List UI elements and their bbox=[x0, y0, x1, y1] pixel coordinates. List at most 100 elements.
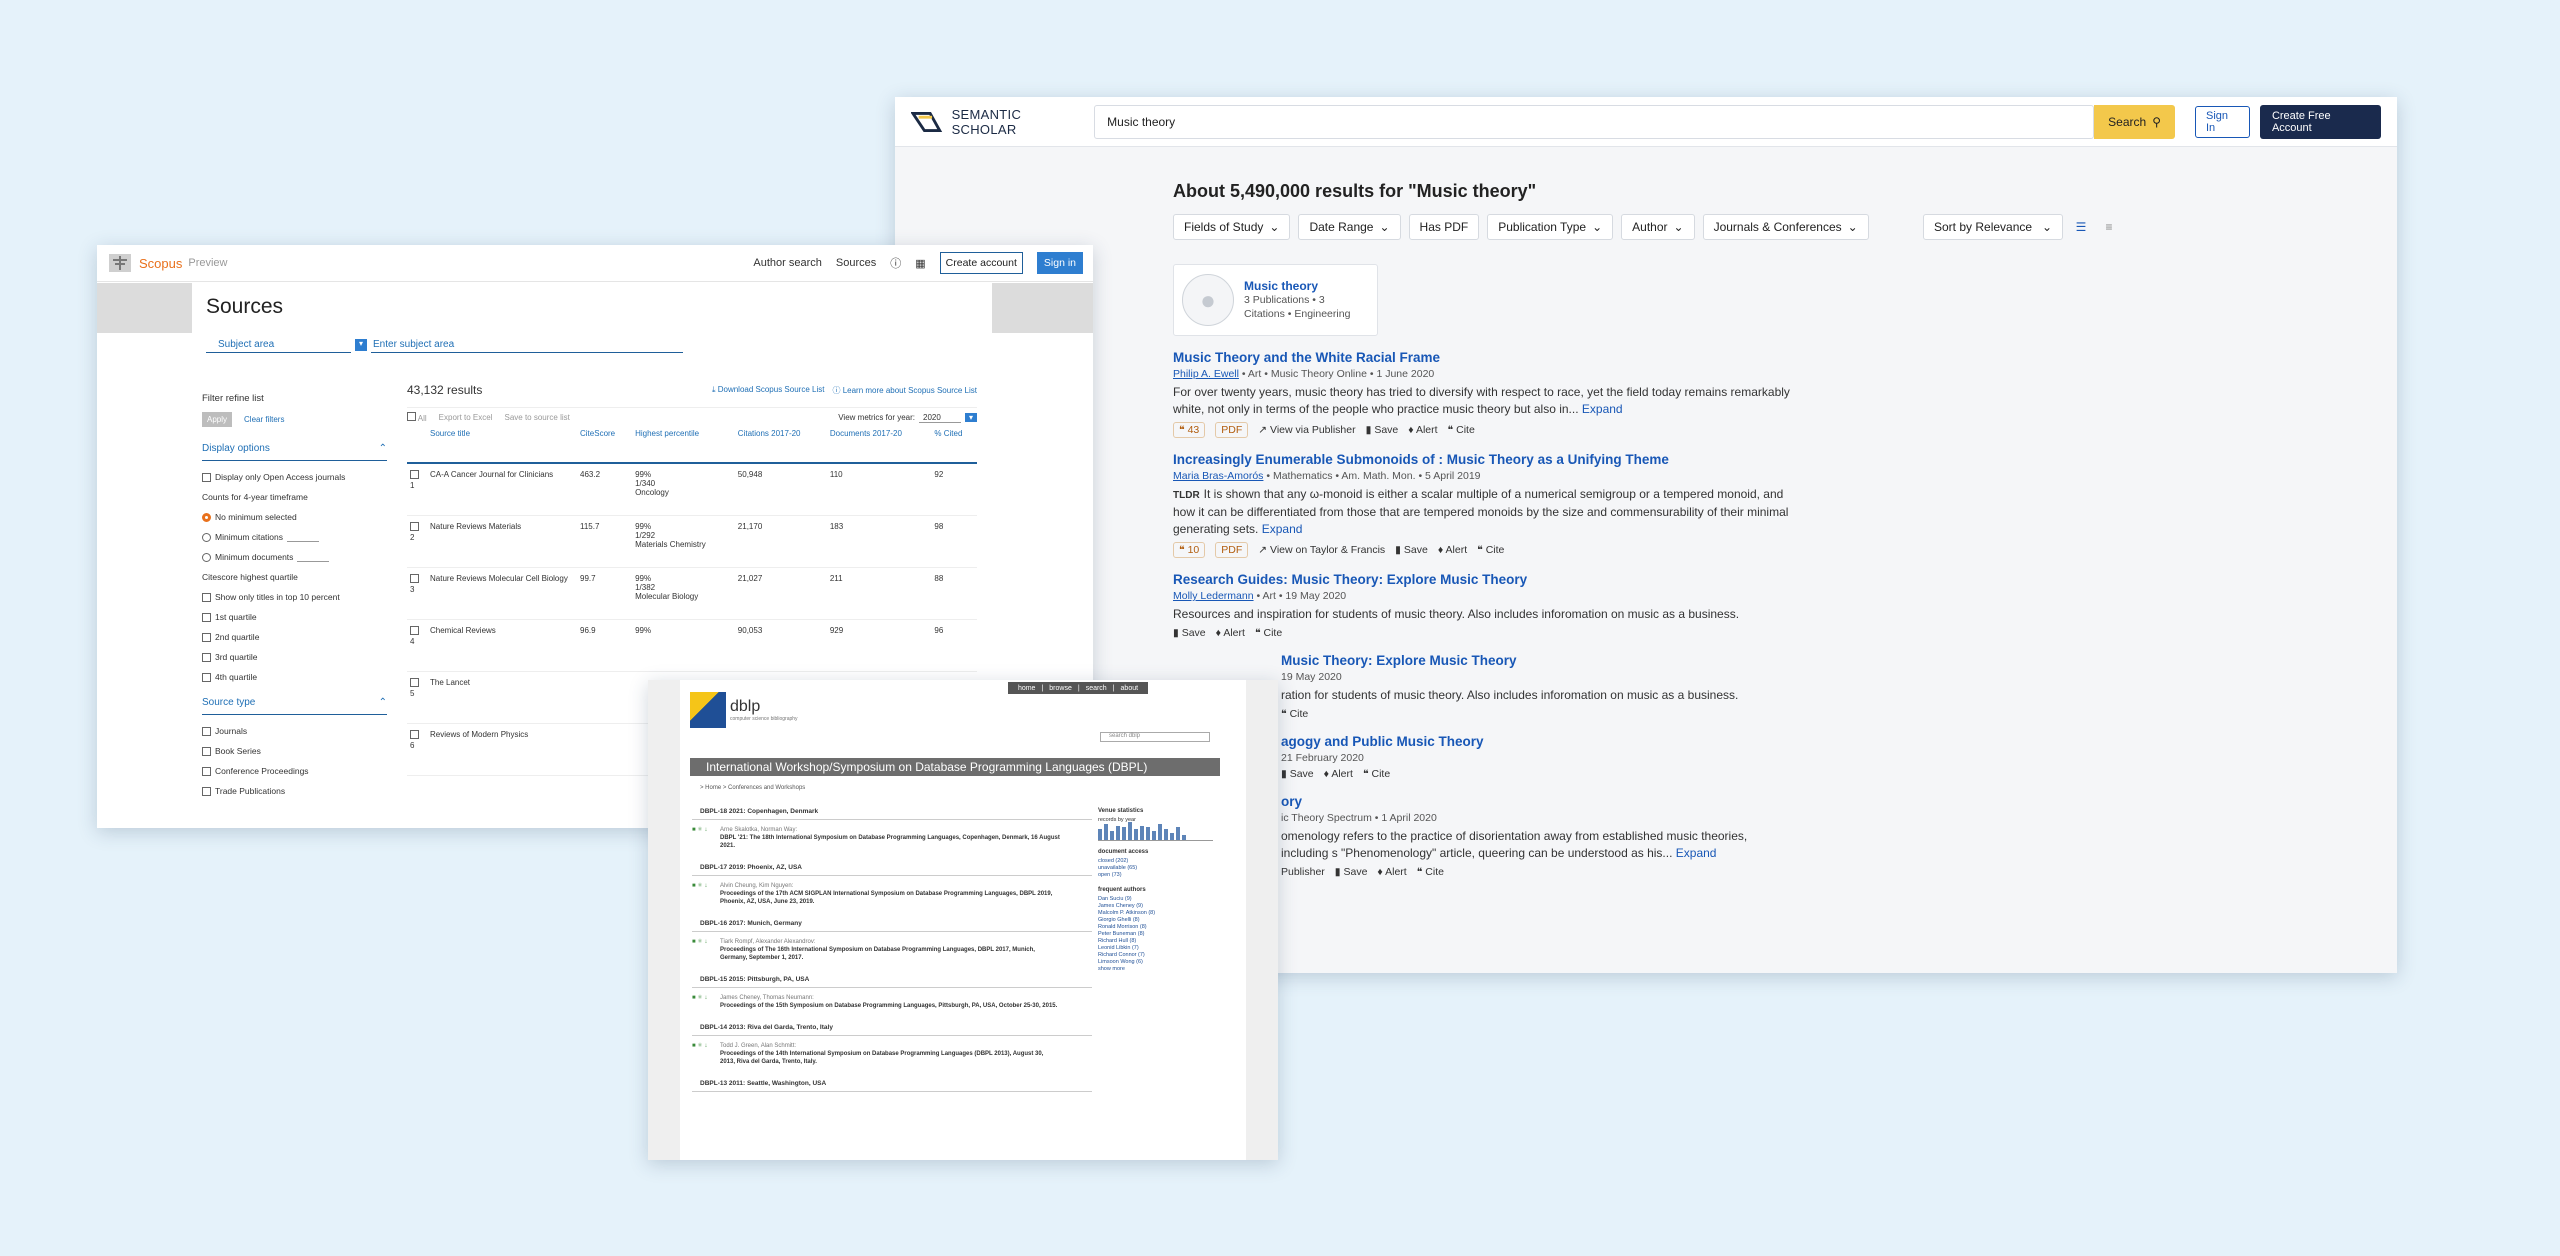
checkbox[interactable] bbox=[410, 521, 419, 531]
checkbox[interactable] bbox=[202, 766, 211, 776]
entry-icons[interactable]: ■ ⚛ ↓ bbox=[692, 994, 716, 1010]
quartile-1-checkbox[interactable]: 1st quartile bbox=[202, 607, 387, 627]
ss-result-title[interactable]: Music Theory and the White Racial Frame bbox=[1173, 350, 2173, 365]
radio-no-minimum[interactable]: No minimum selected bbox=[202, 507, 387, 527]
source-title-link[interactable]: Reviews of Modern Physics bbox=[427, 723, 577, 776]
ss-alert-button[interactable]: ♦ Alert bbox=[1377, 866, 1406, 878]
checkbox[interactable] bbox=[410, 729, 419, 739]
source-title-link[interactable]: Chemical Reviews bbox=[427, 619, 577, 672]
min-documents-input[interactable] bbox=[297, 553, 330, 562]
entry-authors[interactable]: James Cheney, Thomas Neumann: bbox=[720, 994, 1060, 1002]
ss-cite-button[interactable]: ❝ Cite bbox=[1417, 866, 1444, 878]
select-all-checkbox[interactable]: All bbox=[407, 412, 427, 423]
show-more-link[interactable]: show more bbox=[1098, 966, 1213, 973]
ss-citation-badge[interactable]: ❝ 10 bbox=[1173, 542, 1206, 558]
list-view-icon[interactable]: ☰ bbox=[2071, 217, 2091, 237]
col-percentile[interactable]: Highest percentile bbox=[632, 425, 735, 464]
access-item[interactable]: unavailable (65) bbox=[1098, 865, 1213, 872]
radio[interactable] bbox=[202, 552, 211, 562]
ss-expand-link[interactable]: Expand bbox=[1676, 846, 1717, 860]
source-title-link[interactable]: Nature Reviews Molecular Cell Biology bbox=[427, 567, 577, 620]
help-icon[interactable]: ⓘ bbox=[890, 255, 901, 271]
ss-pdf-button[interactable]: PDF bbox=[1215, 422, 1249, 438]
list-item[interactable]: ■ ⚛ ↓ Tiark Rompf, Alexander Alexandrov: P… bbox=[692, 932, 1092, 966]
ss-result-author[interactable]: Molly Ledermann bbox=[1173, 590, 1254, 602]
ss-filter-fields-of-study[interactable]: Fields of Study ⌄ bbox=[1173, 214, 1291, 240]
table-row[interactable]: 2 Nature Reviews Materials 115.7 99% 1/292 Ma… bbox=[407, 515, 977, 568]
dblp-logo[interactable]: dblp computer science bibliography bbox=[690, 692, 798, 728]
year-select[interactable]: 2020 bbox=[919, 413, 961, 423]
list-item[interactable]: ■ ⚛ ↓ James Cheney, Thomas Neumann: Procee… bbox=[692, 988, 1092, 1014]
ss-result-title[interactable]: ory bbox=[1281, 794, 2173, 809]
ss-result-title[interactable]: Music Theory: Explore Music Theory bbox=[1281, 653, 2173, 668]
dblp-search-input[interactable]: search dblp bbox=[1100, 732, 1210, 742]
list-item[interactable]: ■ ⚛ ↓ Alvin Cheung, Kim Nguyen: Proceeding… bbox=[692, 876, 1092, 910]
entry-authors[interactable]: Tiark Rompf, Alexander Alexandrov: bbox=[720, 938, 1060, 946]
author-item[interactable]: James Cheney (9) bbox=[1098, 903, 1213, 910]
checkbox[interactable] bbox=[202, 786, 211, 796]
ss-pdf-button[interactable]: PDF bbox=[1215, 542, 1249, 558]
author-item[interactable]: Richard Hull (8) bbox=[1098, 938, 1213, 945]
ss-save-button[interactable]: ▮ Save bbox=[1281, 768, 1314, 780]
ss-author-card[interactable]: ● Music theory 3 Publications • 3 Citati… bbox=[1173, 264, 1378, 336]
clear-filters-link[interactable]: Clear filters bbox=[244, 415, 284, 424]
create-account-button[interactable]: Create account bbox=[939, 252, 1023, 274]
entry-icons[interactable]: ■ ⚛ ↓ bbox=[692, 1042, 716, 1066]
scopus-logo[interactable]: Scopus Preview bbox=[107, 252, 228, 274]
ss-result-author[interactable]: Philip A. Ewell bbox=[1173, 368, 1239, 380]
entry-authors[interactable]: Alvin Cheung, Kim Nguyen: bbox=[720, 882, 1060, 890]
access-item[interactable]: closed (202) bbox=[1098, 858, 1213, 865]
chevron-down-icon[interactable]: ▾ bbox=[965, 413, 977, 422]
ss-save-button[interactable]: ▮ Save bbox=[1366, 424, 1399, 436]
ss-cite-button[interactable]: ❝ Cite bbox=[1477, 544, 1504, 556]
col-citations[interactable]: Citations 2017-20 bbox=[734, 425, 827, 464]
sign-in-button[interactable]: Sign in bbox=[1036, 252, 1083, 274]
source-title-link[interactable]: CA-A Cancer Journal for Clinicians bbox=[427, 463, 577, 516]
ss-filter-journals[interactable]: Journals & Conferences ⌄ bbox=[1702, 214, 1869, 240]
checkbox[interactable] bbox=[410, 677, 419, 687]
radio[interactable] bbox=[202, 532, 211, 542]
col-citescore[interactable]: CiteScore bbox=[577, 425, 633, 464]
ss-sort-select[interactable]: Sort by Relevance ⌄ bbox=[1923, 214, 2063, 240]
checkbox[interactable] bbox=[202, 612, 211, 622]
ss-alert-button[interactable]: ♦ Alert bbox=[1438, 544, 1467, 556]
ss-save-button[interactable]: ▮ Save bbox=[1335, 866, 1368, 878]
ss-filter-has-pdf[interactable]: Has PDF bbox=[1408, 214, 1480, 240]
ss-result-author[interactable]: Maria Bras-Amorós bbox=[1173, 470, 1263, 482]
nav-search[interactable]: search bbox=[1086, 685, 1107, 692]
institution-icon[interactable]: ▦ bbox=[915, 257, 925, 270]
list-item[interactable]: ■ ⚛ ↓ Arne Skalotka, Norman Way: DBPL '21:… bbox=[692, 820, 1092, 854]
access-item[interactable]: open (73) bbox=[1098, 872, 1213, 879]
min-citations-input[interactable] bbox=[287, 533, 320, 542]
ss-filter-author[interactable]: Author ⌄ bbox=[1621, 214, 1695, 240]
open-access-checkbox[interactable]: Display only Open Access journals bbox=[202, 467, 387, 487]
checkbox[interactable] bbox=[202, 672, 211, 682]
display-options-header[interactable]: Display options ⌃ bbox=[202, 437, 387, 461]
subject-area-input[interactable]: Enter subject area bbox=[371, 337, 683, 353]
ss-result-title[interactable]: Increasingly Enumerable Submonoids of : … bbox=[1173, 452, 2173, 467]
ss-result-title[interactable]: Research Guides: Music Theory: Explore M… bbox=[1173, 572, 2173, 587]
quartile-3-checkbox[interactable]: 3rd quartile bbox=[202, 647, 387, 667]
source-title-link[interactable]: Nature Reviews Materials bbox=[427, 515, 577, 568]
table-row[interactable]: 4 Chemical Reviews 96.9 99% 90,053 929 96 bbox=[407, 619, 977, 672]
col-cited[interactable]: % Cited bbox=[931, 425, 977, 464]
checkbox[interactable] bbox=[202, 726, 211, 736]
author-item[interactable]: Limsoon Wong (6) bbox=[1098, 959, 1213, 966]
ss-author-name[interactable]: Music theory bbox=[1244, 279, 1350, 293]
ss-citation-badge[interactable]: ❝ 43 bbox=[1173, 422, 1206, 438]
checkbox[interactable] bbox=[202, 592, 211, 602]
ss-filter-date-range[interactable]: Date Range ⌄ bbox=[1298, 214, 1401, 240]
nav-about[interactable]: about bbox=[1121, 685, 1139, 692]
learn-more-link[interactable]: ⓘ Learn more about Scopus Source List bbox=[832, 385, 977, 396]
ss-expand-link[interactable]: Expand bbox=[1582, 402, 1623, 416]
ss-save-button[interactable]: ▮ Save bbox=[1395, 544, 1428, 556]
ss-publisher-link[interactable]: Publisher bbox=[1281, 866, 1325, 878]
ss-cite-button[interactable]: ❝ Cite bbox=[1281, 708, 1308, 720]
checkbox[interactable] bbox=[407, 412, 416, 421]
ss-result-title[interactable]: agogy and Public Music Theory bbox=[1281, 734, 2173, 749]
ss-sign-in-button[interactable]: Sign In bbox=[2194, 105, 2250, 138]
checkbox[interactable] bbox=[410, 470, 419, 479]
author-item[interactable]: Dan Suciu (9) bbox=[1098, 896, 1213, 903]
ss-create-account-button[interactable]: Create Free Account bbox=[2259, 104, 2381, 139]
conference-checkbox[interactable]: Conference Proceedings bbox=[202, 761, 387, 781]
